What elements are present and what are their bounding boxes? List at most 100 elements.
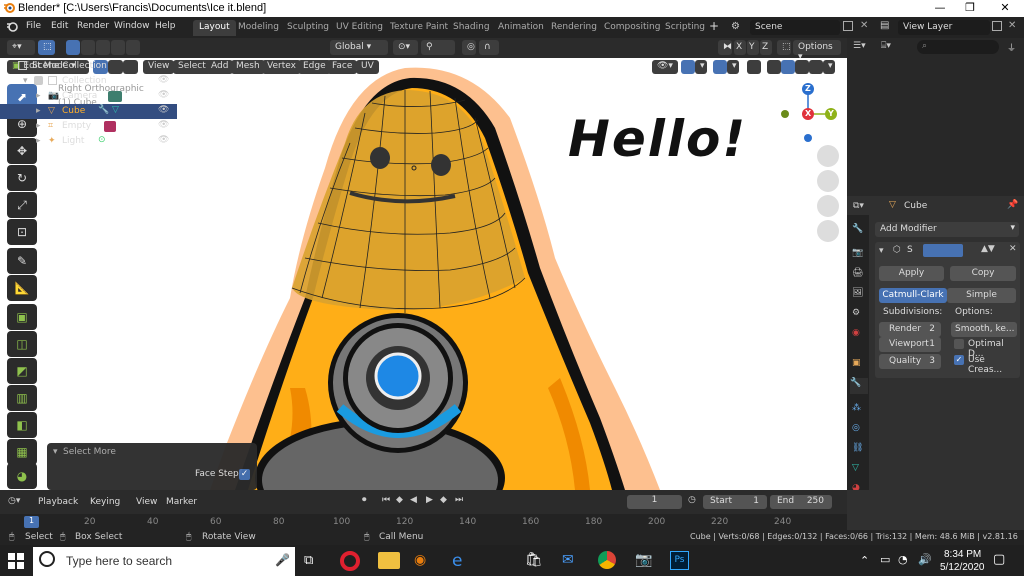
select-tool-icon[interactable]: ⬚	[38, 40, 55, 55]
jump-end-icon[interactable]: ⏭	[455, 495, 463, 505]
mirror-x-toggle[interactable]: X	[734, 40, 746, 55]
quality-field[interactable]: Quality 3	[879, 354, 941, 369]
network-icon[interactable]: ▭	[880, 553, 890, 566]
view-layer-field[interactable]: View Layer	[898, 20, 990, 35]
transform-orientation-dropdown[interactable]: Global ▾	[330, 40, 388, 55]
use-creases-checkbox[interactable]: ✓	[954, 355, 964, 365]
remove-view-layer-icon[interactable]: ✕	[1008, 20, 1016, 31]
bevel-tool-icon[interactable]: ◩	[7, 358, 37, 384]
maximize-button[interactable]: ❐	[955, 0, 985, 17]
chrome-icon[interactable]	[598, 551, 616, 569]
eye-icon[interactable]: 👁	[158, 105, 169, 115]
outliner-row-scene-collection[interactable]: Scene Collection	[0, 59, 177, 74]
select-invert-icon[interactable]	[111, 40, 125, 55]
store-icon[interactable]: 🛍	[525, 552, 543, 568]
inset-tool-icon[interactable]: ◫	[7, 331, 37, 357]
constraints-tab-icon[interactable]: ⛓	[852, 443, 863, 453]
tab-uv-editing[interactable]: UV Editing	[330, 20, 389, 36]
viewport-menu-add[interactable]: Add	[206, 60, 234, 74]
next-keyframe-icon[interactable]: ◆	[440, 495, 447, 505]
poly-build-tool-icon[interactable]: ▦	[7, 439, 37, 465]
collapse-icon[interactable]: ▾	[879, 246, 884, 256]
gizmo-dropdown-icon[interactable]: ▾	[695, 60, 707, 74]
auto-merge-icon[interactable]: ⬚	[777, 40, 791, 55]
tab-sculpting[interactable]: Sculpting	[281, 20, 335, 36]
mode-icon[interactable]: ⌖▾	[7, 40, 35, 55]
modifier-tab-icon[interactable]: 🔧	[850, 378, 868, 394]
tab-scripting[interactable]: Scripting	[659, 20, 711, 36]
mail-icon[interactable]: ✉	[562, 552, 574, 568]
menu-help[interactable]: Help	[155, 21, 176, 31]
viewport-levels-field[interactable]: Viewport 1	[879, 337, 941, 352]
expand-icon[interactable]: ▾	[23, 76, 28, 86]
render-tab-icon[interactable]: 📷	[852, 248, 863, 258]
ortho-grid-icon[interactable]	[817, 220, 839, 242]
apply-button[interactable]: Apply	[879, 266, 944, 281]
viewport-menu-edge[interactable]: Edge	[298, 60, 331, 74]
view-layer-icon[interactable]: ▤	[880, 20, 889, 31]
task-view-icon[interactable]: ⧉	[304, 553, 313, 568]
transform-tool-icon[interactable]: ⊡	[7, 219, 37, 245]
edge-icon[interactable]: e	[452, 551, 462, 571]
pan-hand-icon[interactable]	[817, 170, 839, 192]
microphone-icon[interactable]: 🎤	[275, 553, 290, 567]
eye-icon[interactable]: 👁	[158, 135, 169, 145]
notifications-icon[interactable]: ▢	[993, 552, 1005, 567]
rotate-tool-icon[interactable]: ↻	[7, 165, 37, 191]
outliner-filter-icon[interactable]: ⌸▾	[881, 41, 891, 51]
wireframe-shading-icon[interactable]	[767, 60, 781, 74]
overlay-dropdown-icon[interactable]: ▾	[727, 60, 739, 74]
minimize-button[interactable]: —	[925, 0, 955, 17]
add-workspace-icon[interactable]: +	[709, 19, 719, 33]
properties-editor-icon[interactable]: ⧉▾	[853, 201, 864, 211]
scene-tab-icon[interactable]: ⚙	[852, 308, 860, 318]
tab-modeling[interactable]: Modeling	[232, 20, 285, 36]
outliner-search-input[interactable]: ⌕	[917, 40, 999, 54]
current-frame-field[interactable]: 1	[627, 495, 682, 509]
new-view-layer-icon[interactable]	[992, 21, 1002, 31]
expand-icon[interactable]: ▸	[36, 121, 41, 131]
viewport-menu-face[interactable]: Face	[327, 60, 358, 74]
data-tab-icon[interactable]: ▽	[852, 463, 859, 473]
visibility-icon[interactable]: 👁▾	[652, 60, 678, 74]
material-shading-icon[interactable]	[795, 60, 809, 74]
pin-icon[interactable]: 📌	[1007, 200, 1018, 210]
rendered-shading-icon[interactable]	[809, 60, 823, 74]
simple-button[interactable]: Simple	[947, 288, 1016, 303]
mirror-y-toggle[interactable]: Y	[747, 40, 759, 55]
modifier-name-field[interactable]: S	[907, 245, 913, 255]
physics-tab-icon[interactable]: ◎	[852, 423, 860, 433]
outliner-row-light[interactable]: ▸ ✦ Light ⊙ 👁	[0, 134, 177, 149]
menu-edit[interactable]: Edit	[51, 21, 68, 31]
spin-tool-icon[interactable]: ◕	[7, 463, 37, 489]
eye-icon[interactable]: 👁	[158, 75, 169, 85]
measure-tool-icon[interactable]: 📐	[7, 275, 37, 301]
clock-date[interactable]: 5/12/2020	[940, 562, 985, 573]
select-new-icon[interactable]	[66, 40, 80, 55]
tab-rendering[interactable]: Rendering	[545, 20, 603, 36]
extrude-tool-icon[interactable]: ▣	[7, 304, 37, 330]
opera-icon[interactable]	[340, 551, 360, 571]
optimal-display-checkbox[interactable]	[954, 339, 964, 349]
pivot-point-icon[interactable]: ⊙▾	[393, 40, 418, 55]
timeline-editor-icon[interactable]: ◷▾	[8, 496, 20, 506]
particles-tab-icon[interactable]: ⁂	[852, 403, 861, 413]
play-icon[interactable]: ▶	[426, 495, 433, 505]
new-scene-icon[interactable]	[843, 21, 853, 31]
xray-icon[interactable]	[747, 60, 761, 74]
prev-keyframe-icon[interactable]: ◆	[396, 495, 403, 505]
view-layer-tab-icon[interactable]: 🖼	[852, 288, 863, 298]
close-window-button[interactable]: ✕	[990, 0, 1020, 17]
frame-ruler[interactable]: 1 20 40 60 80 100 120 140 160 180 200 22…	[0, 514, 847, 530]
mirror-icon[interactable]: ⧓	[718, 40, 732, 55]
menu-window[interactable]: Window	[114, 21, 150, 31]
outliner-row-cube[interactable]: ▸ ▽ Cube 🔧 ▽ 👁	[0, 104, 177, 119]
copy-button[interactable]: Copy	[950, 266, 1016, 281]
tab-animation[interactable]: Animation	[492, 20, 550, 36]
select-extend-icon[interactable]	[81, 40, 95, 55]
shading-dropdown-icon[interactable]: ▾	[823, 60, 835, 74]
jump-start-icon[interactable]: ⏮	[382, 495, 390, 505]
expand-icon[interactable]: ▸	[36, 91, 41, 101]
face-step-checkbox[interactable]: ✓	[239, 469, 250, 480]
render-levels-field[interactable]: Render 2	[879, 322, 941, 337]
